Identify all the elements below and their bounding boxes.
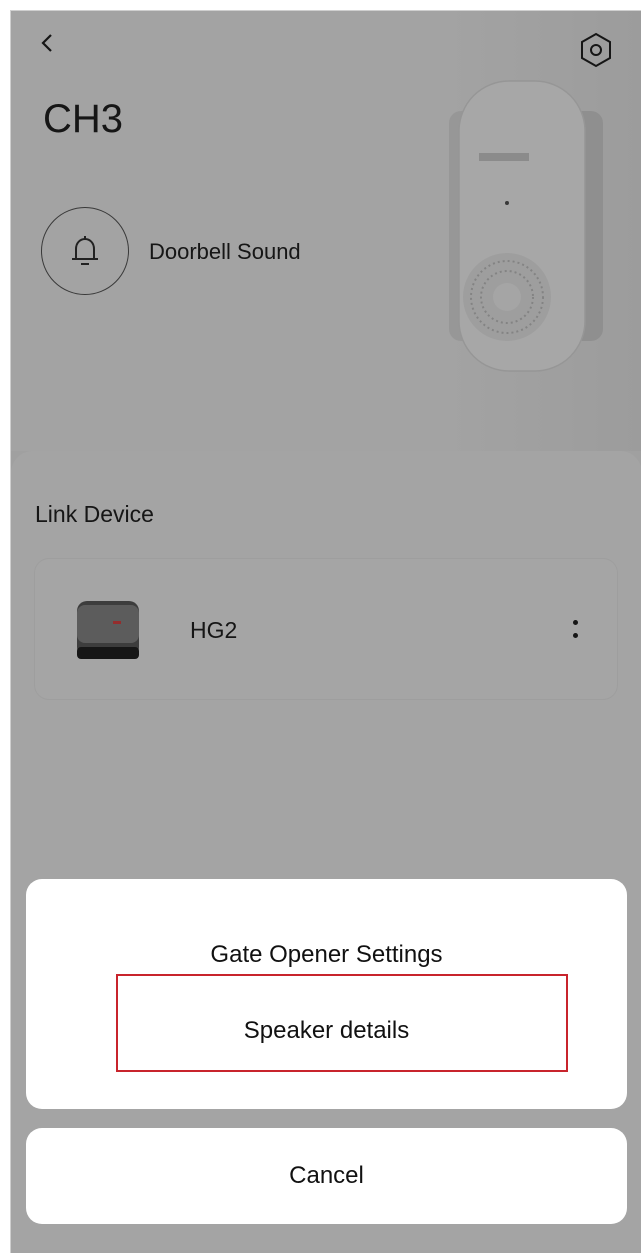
cancel-button[interactable]: Cancel bbox=[26, 1128, 627, 1224]
action-sheet: Gate Opener Settings Speaker details bbox=[26, 879, 627, 1109]
app-screen: CH3 Doorbell Sound Link Device HG2 Gate … bbox=[10, 10, 641, 1253]
cancel-sheet: Cancel bbox=[26, 1128, 627, 1224]
gate-opener-settings-option[interactable]: Gate Opener Settings bbox=[26, 941, 627, 969]
speaker-details-option[interactable]: Speaker details bbox=[26, 989, 627, 1073]
